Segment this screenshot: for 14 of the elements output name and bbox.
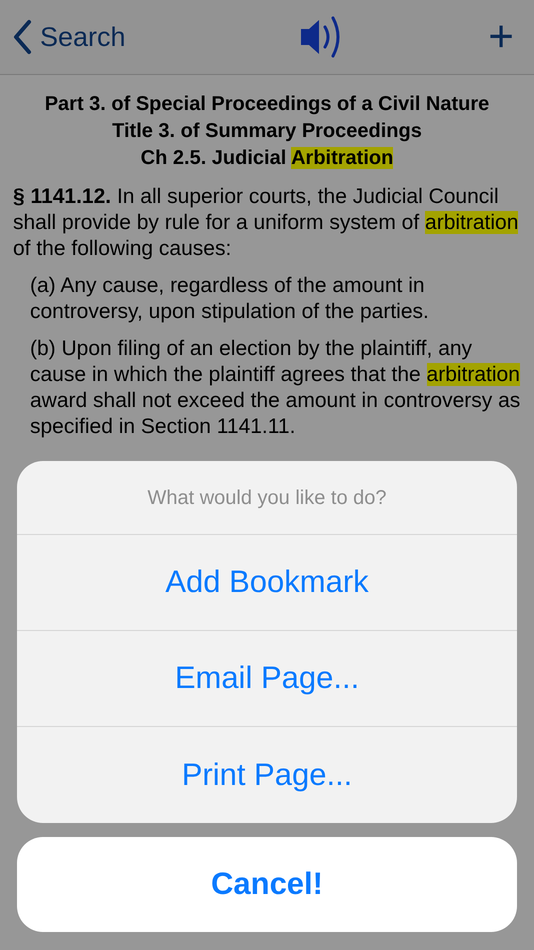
back-chevron-icon (12, 19, 32, 55)
add-button[interactable]: + (480, 15, 522, 59)
section-heading: Part 3. of Special Proceedings of a Civil Nature (44, 92, 490, 117)
action-button[interactable]: Email Page... (17, 631, 517, 727)
statute-paragraph: (a) Any cause, regardless of the amount in controversy, upon stipulation of the parties. (30, 273, 430, 325)
action-button[interactable]: Print Page... (17, 727, 517, 823)
chapter-heading: Ch 2.5. Judicial Arbitration (140, 146, 394, 171)
action-sheet-title: What would you like to do? (17, 461, 517, 535)
statute-paragraph: § 1141.12. In all superior courts, the Judicial Council shall provide by rule for a uniform system of arbitration of the following causes: (13, 184, 520, 262)
action-button[interactable]: Add Bookmark (17, 535, 517, 631)
back-button[interactable]: Search (12, 16, 126, 58)
statute-paragraph: (b) Upon filing of an election by the plaintiff, any cause in which the plaintiff agrees that the arbitration award shall not exceed the amount in controversy as specified in Section 1141.11. (30, 336, 521, 440)
cancel-button[interactable]: Cancel! (17, 837, 517, 932)
section-heading: Title 3. of Summary Proceedings (112, 119, 422, 144)
